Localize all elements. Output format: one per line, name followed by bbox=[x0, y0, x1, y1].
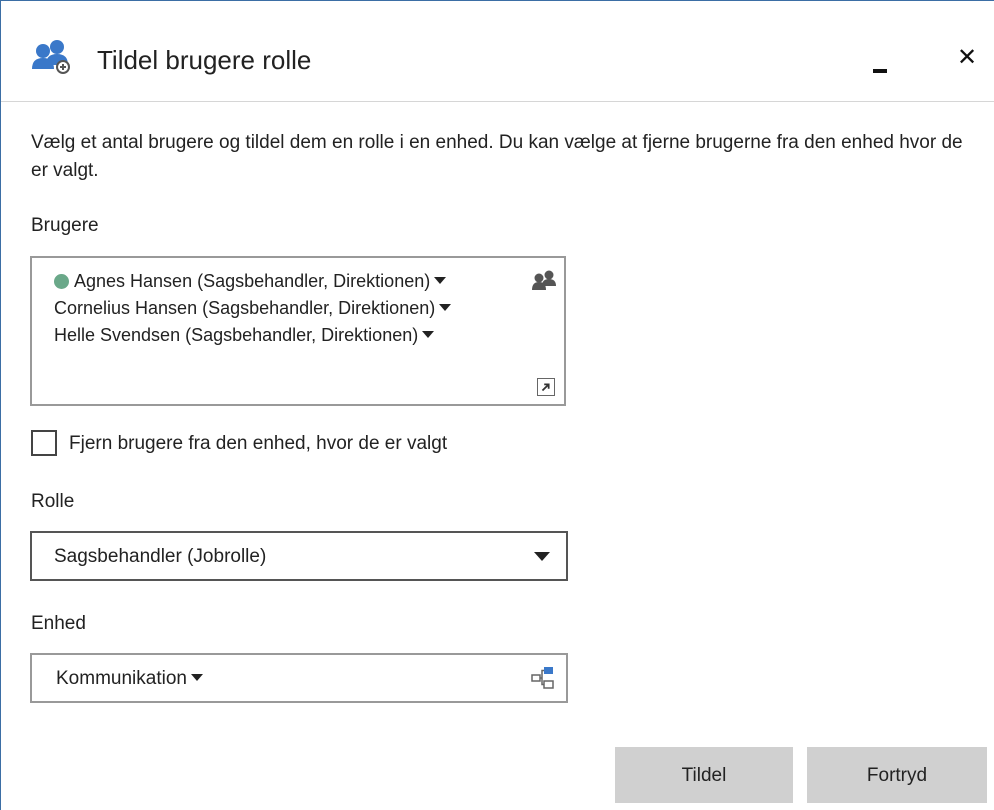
user-item: Cornelius Hansen (Sagsbehandler, Direkti… bbox=[54, 298, 452, 319]
role-select-value: Sagsbehandler (Jobrolle) bbox=[54, 546, 267, 567]
role-label: Rolle bbox=[31, 491, 75, 512]
dialog-description: Vælg et antal brugere og tildel dem en r… bbox=[31, 132, 963, 181]
remove-users-label: Fjern brugere fra den enhed, hvor de er … bbox=[69, 433, 448, 454]
user-name: Helle Svendsen (Sagsbehandler, Direktion… bbox=[54, 325, 419, 345]
minimize-button[interactable] bbox=[867, 45, 895, 79]
user-name: Cornelius Hansen (Sagsbehandler, Direkti… bbox=[54, 298, 436, 318]
assign-button[interactable]: Tildel bbox=[615, 747, 793, 803]
chevron-down-icon[interactable] bbox=[434, 277, 447, 284]
chevron-down-icon[interactable] bbox=[190, 674, 203, 681]
unit-name: Kommunikation bbox=[56, 668, 187, 689]
select-users-icon[interactable] bbox=[531, 270, 557, 292]
unit-label: Enhed bbox=[31, 613, 86, 634]
user-item: Helle Svendsen (Sagsbehandler, Direktion… bbox=[54, 325, 435, 346]
chevron-down-icon[interactable] bbox=[439, 304, 452, 311]
cancel-button[interactable]: Fortryd bbox=[807, 747, 987, 803]
close-button[interactable]: ✕ bbox=[953, 43, 981, 73]
users-role-icon bbox=[32, 40, 70, 74]
unit-field: Kommunikation bbox=[30, 653, 568, 703]
online-status-icon bbox=[54, 274, 69, 289]
user-item: Agnes Hansen (Sagsbehandler, Direktionen… bbox=[54, 271, 447, 292]
org-chart-icon[interactable] bbox=[530, 666, 556, 690]
dialog-title: Tildel brugere rolle bbox=[97, 45, 312, 75]
minimize-icon bbox=[873, 69, 887, 73]
users-list[interactable]: Agnes Hansen (Sagsbehandler, Direktionen… bbox=[30, 256, 566, 406]
unit-value[interactable]: Kommunikation bbox=[56, 668, 203, 690]
title-bar: Tildel brugere rolle ✕ bbox=[1, 1, 994, 102]
dropdown-arrow-icon bbox=[534, 552, 550, 561]
user-name: Agnes Hansen (Sagsbehandler, Direktionen… bbox=[74, 271, 431, 291]
remove-users-checkbox[interactable] bbox=[31, 430, 57, 456]
role-select[interactable]: Sagsbehandler (Jobrolle) bbox=[30, 531, 568, 581]
chevron-down-icon[interactable] bbox=[422, 331, 435, 338]
expand-icon[interactable] bbox=[537, 378, 555, 396]
assign-role-dialog: Tildel brugere rolle ✕ Vælg et antal bru… bbox=[0, 0, 994, 810]
users-label: Brugere bbox=[31, 215, 99, 236]
